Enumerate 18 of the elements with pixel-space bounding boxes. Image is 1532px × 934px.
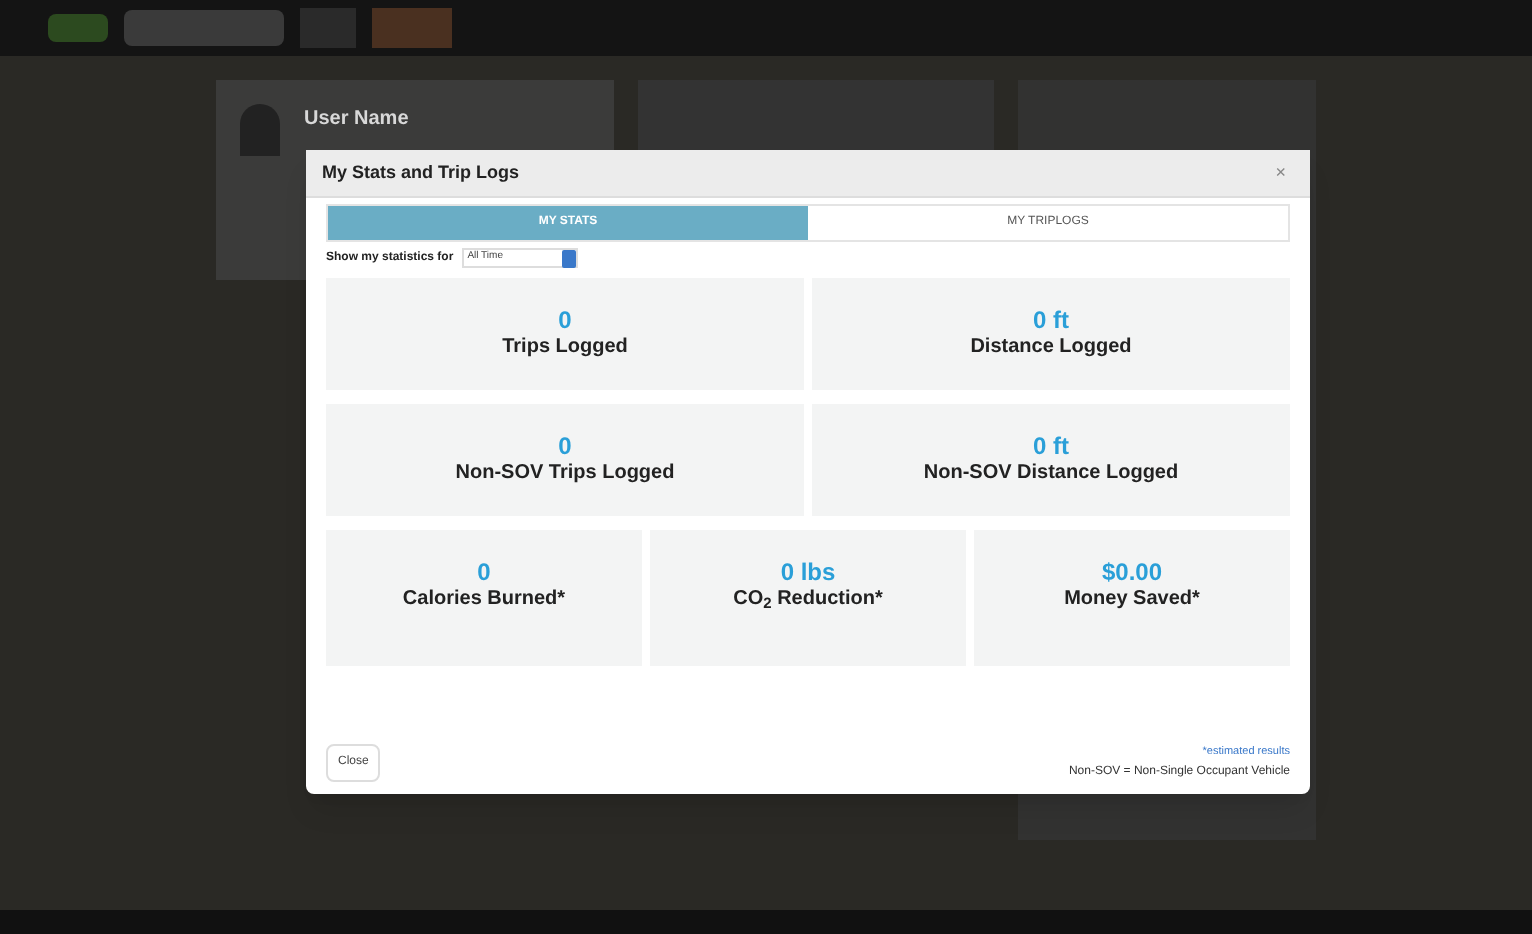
stat-label: Trips Logged [502, 336, 628, 362]
stat-label: Money Saved* [1064, 588, 1200, 614]
stat-value: 0 ft [1033, 432, 1069, 463]
caret-icon [561, 249, 576, 267]
user-name: User Name [304, 106, 409, 134]
stat-label: Distance Logged [970, 336, 1132, 362]
stat-value: 0 [558, 432, 572, 463]
stat-label: Non-SOV Distance Logged [923, 462, 1179, 488]
stat-label: Calories Burned* [402, 588, 566, 614]
stat-value: 0 [558, 306, 572, 337]
dialog-title: My Stats and Trip Logs [322, 159, 520, 186]
stat-label: CO$_{2}$ Reduction* [733, 588, 883, 614]
stat-value: $0.00 [1101, 558, 1163, 589]
stat-label: Non-SOV Trips Logged [455, 462, 675, 488]
avatar-icon [240, 104, 280, 156]
stat-value: 0 ft [1033, 306, 1069, 337]
stat-value: 0 lbs [780, 558, 836, 589]
stat-value: 0 [477, 558, 491, 589]
